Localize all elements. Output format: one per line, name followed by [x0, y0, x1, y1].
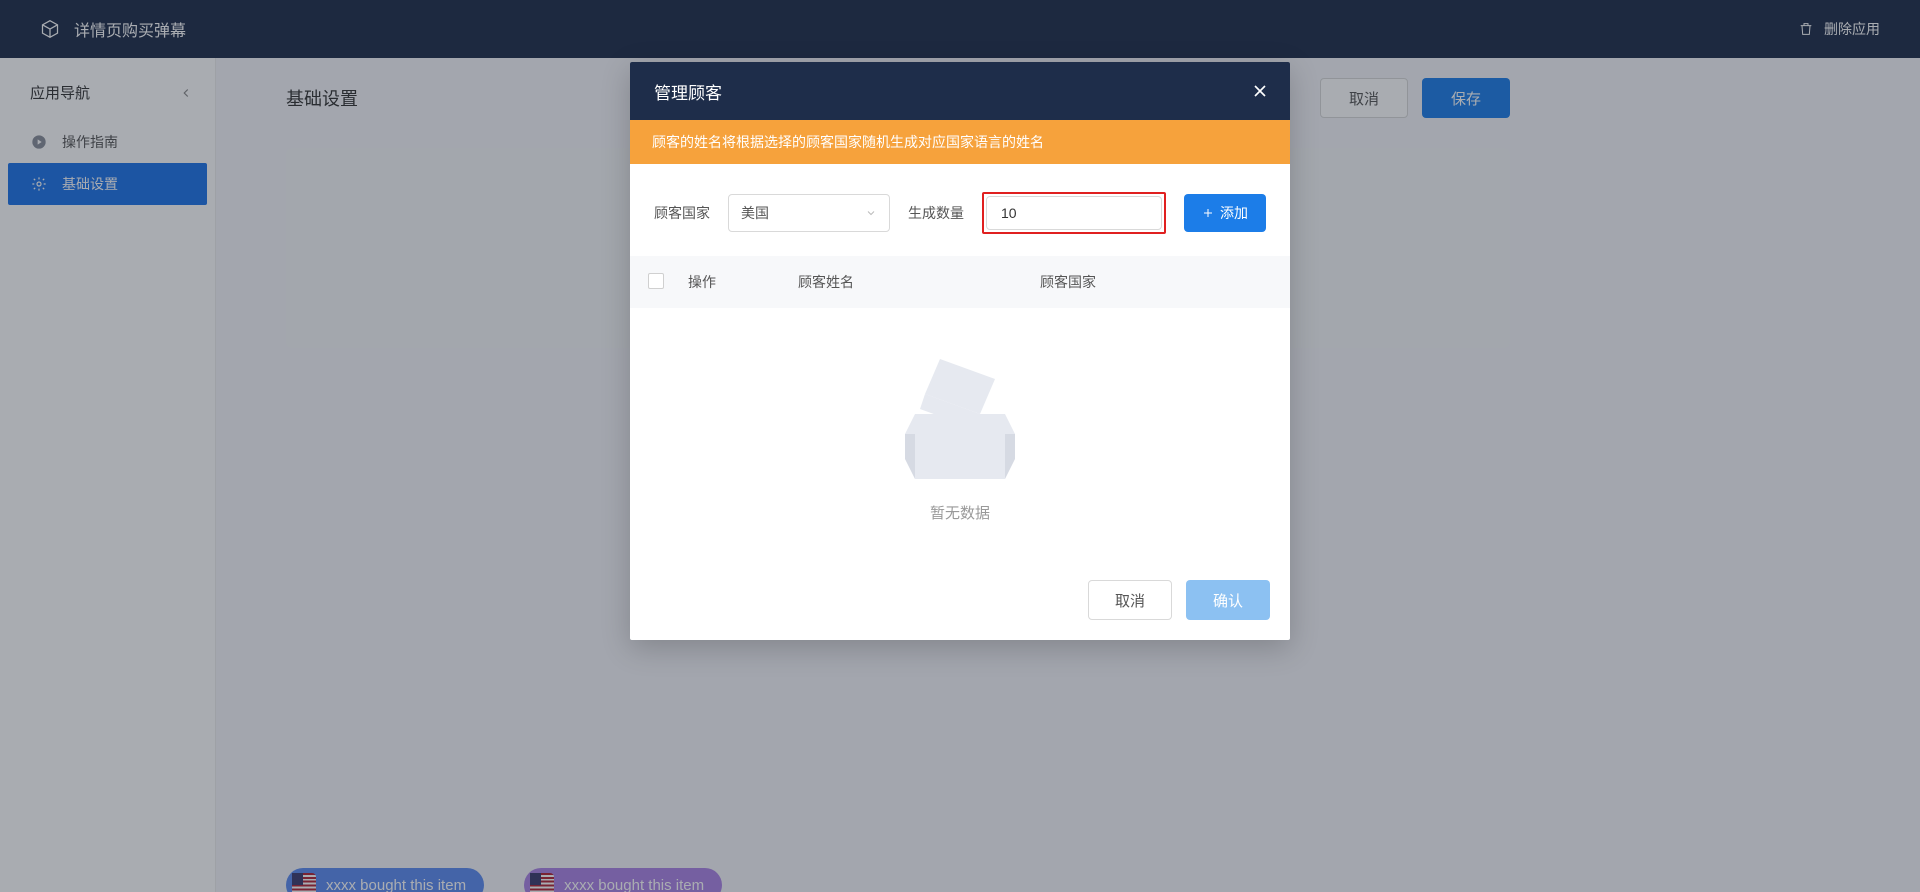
- count-input-highlight: [982, 192, 1166, 234]
- close-icon[interactable]: [1250, 81, 1270, 101]
- country-label: 顾客国家: [654, 203, 710, 223]
- country-value: 美国: [741, 203, 769, 223]
- empty-box-icon: [885, 354, 1035, 484]
- country-select[interactable]: 美国: [728, 194, 890, 232]
- add-button[interactable]: 添加: [1184, 194, 1266, 232]
- modal-confirm-button[interactable]: 确认: [1186, 580, 1270, 620]
- table-header: 操作 顾客姓名 顾客国家: [630, 256, 1290, 308]
- col-country: 顾客国家: [1040, 272, 1272, 292]
- col-name: 顾客姓名: [798, 272, 1030, 292]
- empty-text: 暂无数据: [930, 502, 990, 523]
- plus-icon: [1202, 207, 1214, 219]
- modal-cancel-button[interactable]: 取消: [1088, 580, 1172, 620]
- count-input[interactable]: [986, 196, 1162, 230]
- select-all-checkbox[interactable]: [648, 273, 664, 289]
- add-label: 添加: [1220, 203, 1248, 223]
- modal-overlay[interactable]: 管理顾客 顾客的姓名将根据选择的顾客国家随机生成对应国家语言的姓名 顾客国家 美…: [0, 0, 1920, 892]
- chevron-down-icon: [865, 207, 877, 219]
- modal-title: 管理顾客: [654, 79, 722, 104]
- manage-customers-modal: 管理顾客 顾客的姓名将根据选择的顾客国家随机生成对应国家语言的姓名 顾客国家 美…: [630, 62, 1290, 640]
- count-label: 生成数量: [908, 203, 964, 223]
- col-operation: 操作: [688, 272, 788, 292]
- empty-state: 暂无数据: [630, 308, 1290, 568]
- modal-notice: 顾客的姓名将根据选择的顾客国家随机生成对应国家语言的姓名: [630, 120, 1290, 164]
